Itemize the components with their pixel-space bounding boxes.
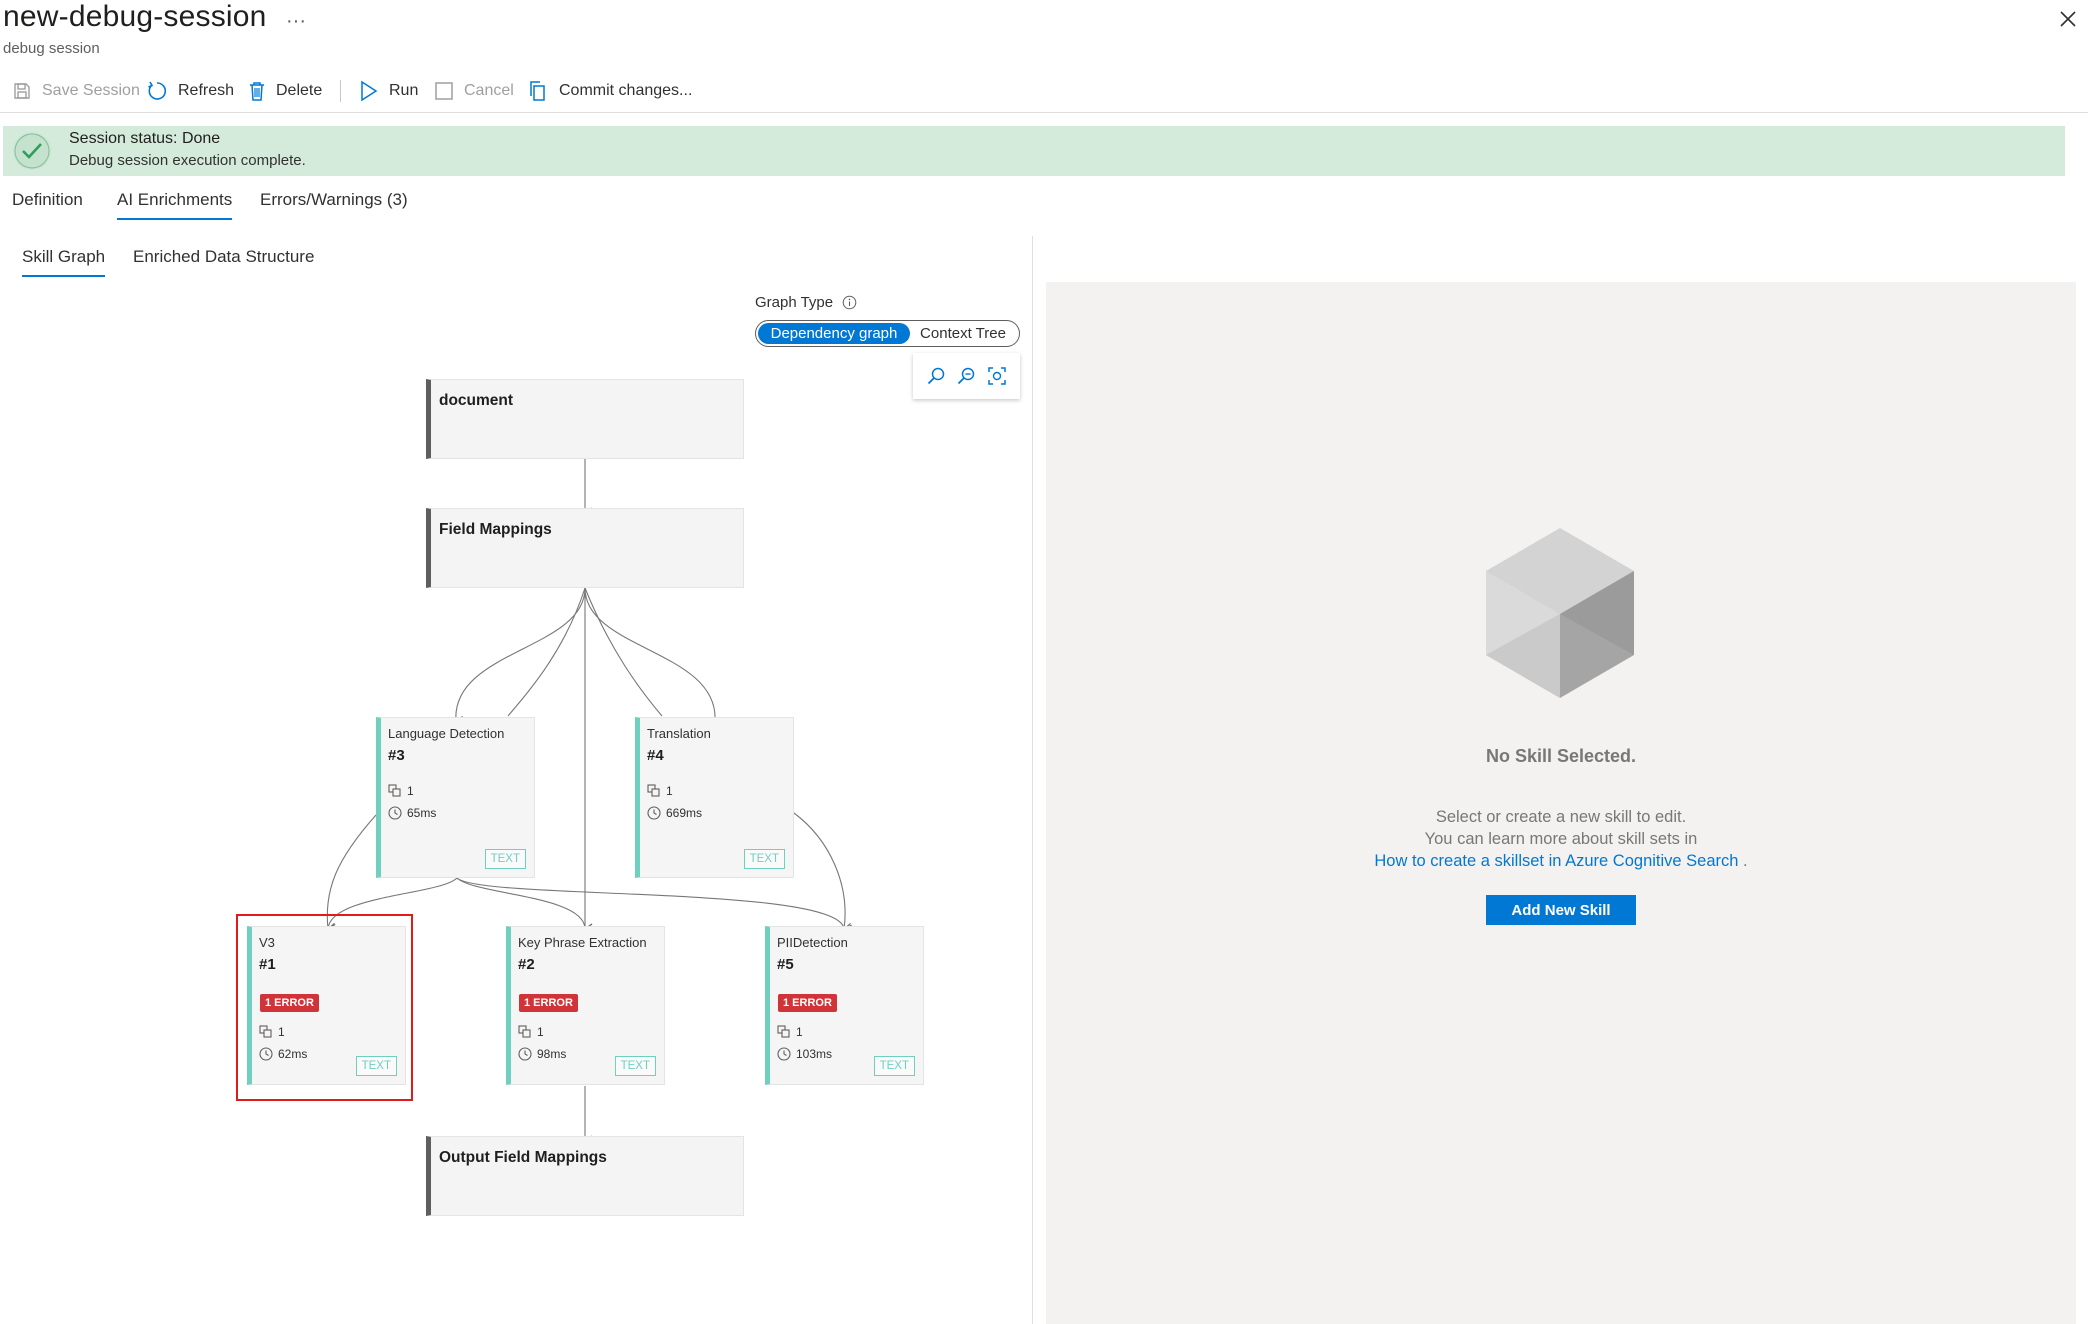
skill-number: #4 (647, 747, 664, 764)
skill-type-tag: TEXT (873, 1056, 915, 1076)
skill-node-language-detection[interactable]: Language Detection #3 1 65ms TEXT (376, 717, 535, 878)
skill-type-tag: TEXT (743, 849, 785, 869)
add-new-skill-button[interactable]: Add New Skill (1486, 895, 1636, 925)
clock-icon (388, 806, 402, 820)
empty-state-title: No Skill Selected. (1485, 746, 1637, 766)
node-title: document (439, 392, 514, 409)
skill-time-value: 103ms (796, 1047, 833, 1061)
skill-count-value: 1 (796, 1025, 803, 1039)
error-badge: 1 ERROR (519, 994, 578, 1012)
skill-type-tag: TEXT (484, 849, 526, 869)
skill-field-count: 1 (647, 784, 673, 798)
skill-duration: 669ms (647, 806, 702, 820)
skill-node-pii-detection[interactable]: PIIDetection #5 1 ERROR 1 103ms TEXT (765, 926, 924, 1085)
clock-icon (647, 806, 661, 820)
close-button[interactable] (2055, 6, 2081, 32)
skill-node-translation[interactable]: Translation #4 1 669ms TEXT (635, 717, 794, 878)
node-title: Output Field Mappings (439, 1149, 607, 1166)
skill-number: #2 (518, 956, 535, 973)
skill-name: Translation (647, 726, 711, 741)
skill-name: Key Phrase Extraction (518, 935, 647, 950)
skill-time-value: 65ms (407, 806, 437, 820)
node-document[interactable]: document (426, 379, 744, 459)
empty-state-line-2: You can learn more about skill sets in (1424, 830, 1698, 848)
fields-icon (518, 1025, 531, 1038)
empty-state-line-3: How to create a skillset in Azure Cognit… (1046, 850, 2076, 872)
link-suffix: . (1738, 852, 1748, 870)
skill-time-value: 669ms (666, 806, 703, 820)
skill-duration: 98ms (518, 1047, 566, 1061)
skill-number: #5 (777, 956, 794, 973)
skill-name: Language Detection (388, 726, 505, 741)
skill-number: #3 (388, 747, 405, 764)
error-badge: 1 ERROR (778, 994, 837, 1012)
node-output-field-mappings[interactable]: Output Field Mappings (426, 1136, 744, 1216)
skill-node-key-phrase-extraction[interactable]: Key Phrase Extraction #2 1 ERROR 1 98ms … (506, 926, 665, 1085)
skill-count-value: 1 (666, 784, 673, 798)
skill-duration: 65ms (388, 806, 436, 820)
skill-name: PIIDetection (777, 935, 848, 950)
skill-field-count: 1 (388, 784, 414, 798)
empty-state-line-1: Select or create a new skill to edit. (1435, 808, 1687, 826)
skill-field-count: 1 (777, 1025, 803, 1039)
selected-skill-highlight (236, 914, 413, 1101)
cube-icon (1486, 528, 1634, 698)
fields-icon (388, 784, 401, 797)
skill-field-count: 1 (518, 1025, 544, 1039)
node-field-mappings[interactable]: Field Mappings (426, 508, 744, 588)
pane-divider (1032, 236, 1033, 1324)
skill-time-value: 98ms (537, 1047, 567, 1061)
skill-duration: 103ms (777, 1047, 832, 1061)
learn-more-link[interactable]: How to create a skillset in Azure Cognit… (1374, 852, 1738, 870)
graph-edges (326, 459, 852, 1147)
skill-details-pane (1046, 282, 2076, 1324)
skill-count-value: 1 (537, 1025, 544, 1039)
node-title: Field Mappings (439, 521, 552, 538)
clock-icon (518, 1047, 532, 1061)
clock-icon (777, 1047, 791, 1061)
fields-icon (647, 784, 660, 797)
empty-state-description: Select or create a new skill to edit. Yo… (1046, 806, 2076, 872)
skill-count-value: 1 (407, 784, 414, 798)
skill-type-tag: TEXT (614, 1056, 656, 1076)
fields-icon (777, 1025, 790, 1038)
close-icon (2060, 11, 2076, 27)
